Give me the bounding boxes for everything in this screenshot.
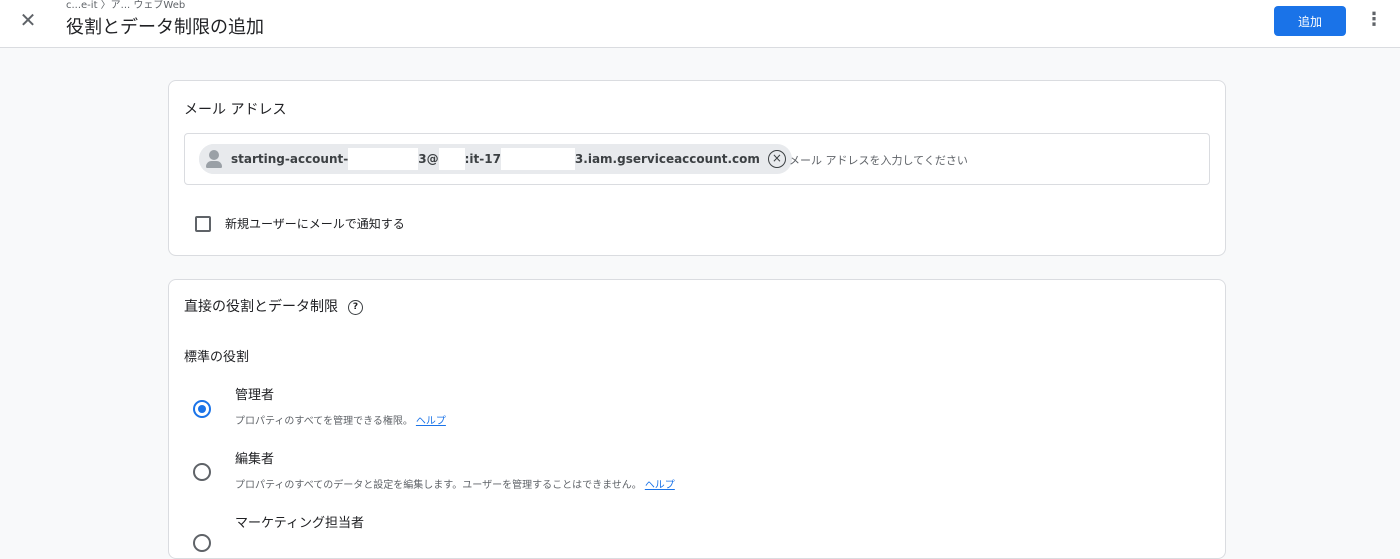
chip-email-part3: :it-17 <box>464 152 501 166</box>
redaction <box>500 148 575 170</box>
role-name: マーケティング担当者 <box>235 516 364 531</box>
email-chip[interactable]: starting-account- 3@ :it-17 3.iam.gservi… <box>199 144 792 174</box>
email-card-title: メール アドレス <box>184 102 287 118</box>
radio-editor[interactable] <box>193 463 211 481</box>
roles-card-title-text: 直接の役割とデータ制限 <box>184 299 338 315</box>
chip-email-text: starting-account- 3@ :it-17 3.iam.gservi… <box>231 148 760 170</box>
chip-email-part4: 3.iam.gserviceaccount.com <box>574 152 760 166</box>
role-description-text: プロパティのすべてのデータと設定を編集します。ユーザーを管理することはできません… <box>235 480 642 491</box>
role-description: プロパティのすべてのデータと設定を編集します。ユーザーを管理することはできません… <box>235 476 675 491</box>
notify-checkbox-row[interactable]: 新規ユーザーにメールで通知する <box>195 215 405 232</box>
chip-email-part1: starting-account- <box>231 152 349 166</box>
role-description-text: プロパティのすべてを管理できる権限。 <box>235 416 413 427</box>
breadcrumb[interactable]: c...e-it 〉ア... ウェブWeb <box>66 0 185 12</box>
chip-email-part2: 3@ <box>418 152 439 166</box>
standard-roles-label: 標準の役割 <box>184 350 250 365</box>
redaction <box>438 148 465 170</box>
page-title: 役割とデータ制限の追加 <box>66 17 264 38</box>
email-input-placeholder[interactable]: メール アドレスを入力してください <box>789 152 968 168</box>
help-link[interactable]: ヘルプ <box>645 480 675 491</box>
roles-card-title: 直接の役割とデータ制限? <box>184 296 363 316</box>
radio-marketer[interactable] <box>193 534 211 552</box>
email-card: メール アドレス starting-account- 3@ :it-17 3.i… <box>168 80 1226 256</box>
role-name: 編集者 <box>235 452 275 467</box>
help-link[interactable]: ヘルプ <box>416 416 446 427</box>
more-vert-icon[interactable]: ⋮ <box>1362 8 1386 32</box>
top-app-bar: ✕ c...e-it 〉ア... ウェブWeb 役割とデータ制限の追加 追加 ⋮ <box>0 0 1400 48</box>
help-icon[interactable]: ? <box>348 300 363 315</box>
role-description: プロパティのすべてを管理できる権限。 ヘルプ <box>235 412 446 427</box>
notify-label: 新規ユーザーにメールで通知する <box>225 217 405 231</box>
close-icon[interactable]: ✕ <box>16 8 40 32</box>
roles-card: 直接の役割とデータ制限? 標準の役割 管理者 プロパティのすべてを管理できる権限… <box>168 279 1226 559</box>
email-input-box[interactable]: starting-account- 3@ :it-17 3.iam.gservi… <box>184 133 1210 185</box>
chip-remove-icon[interactable]: × <box>767 150 786 168</box>
redaction <box>348 148 419 170</box>
role-name: 管理者 <box>235 388 275 403</box>
add-button[interactable]: 追加 <box>1274 6 1346 36</box>
notify-checkbox[interactable] <box>195 215 211 232</box>
person-icon <box>199 144 229 174</box>
radio-admin[interactable] <box>193 400 211 418</box>
